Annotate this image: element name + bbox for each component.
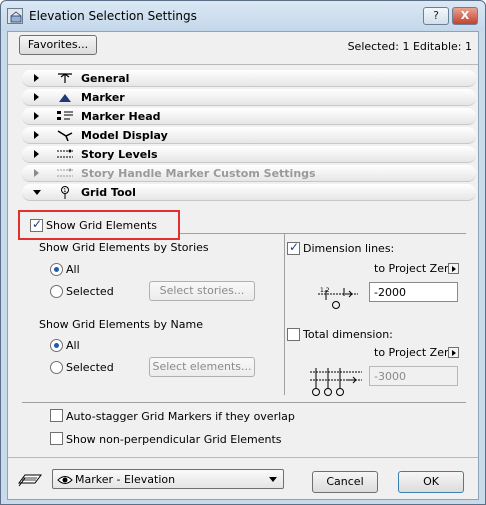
- divider: [180, 233, 466, 234]
- eye-icon: [57, 476, 73, 484]
- favorite-select[interactable]: Marker - Elevation: [52, 469, 284, 489]
- stories-selected-label: Selected: [66, 285, 114, 298]
- section-label: Story Handle Marker Custom Settings: [81, 167, 316, 180]
- section-label: Grid Tool: [81, 186, 136, 199]
- select-elements-button[interactable]: Select elements...: [149, 357, 255, 377]
- name-selected-radio[interactable]: [50, 361, 63, 374]
- grid-tool-icon: 1: [61, 186, 69, 199]
- total-reference-label: to Project Zero: [374, 346, 455, 359]
- close-button[interactable]: X: [452, 7, 478, 25]
- divider: [8, 457, 478, 458]
- select-stories-button[interactable]: Select stories...: [149, 281, 255, 301]
- title-bar[interactable]: Elevation Selection Settings ? X: [1, 1, 485, 31]
- expand-arrow-icon: [34, 169, 39, 177]
- section-label: Story Levels: [81, 148, 158, 161]
- model-display-icon: [57, 130, 73, 142]
- svg-text:1: 1: [63, 188, 66, 194]
- expand-arrow-icon[interactable]: [34, 93, 39, 101]
- collapse-arrow-icon[interactable]: [33, 190, 41, 195]
- favorites-button[interactable]: Favorites...: [19, 35, 97, 55]
- section-grid-tool[interactable]: 1 Grid Tool: [22, 184, 476, 201]
- selection-info: Selected: 1 Editable: 1: [347, 40, 472, 53]
- divider: [8, 64, 478, 65]
- section-marker-head[interactable]: Marker Head: [22, 108, 476, 125]
- story-handle-icon: [57, 168, 73, 177]
- section-label: Marker: [81, 91, 125, 104]
- name-selected-label: Selected: [66, 361, 114, 374]
- total-dimension-checkbox[interactable]: [287, 328, 300, 341]
- dimension-lines-icon: 1.2: [318, 287, 358, 309]
- favorite-select-value: Marker - Elevation: [75, 473, 176, 486]
- section-model-display[interactable]: Model Display: [22, 127, 476, 144]
- non-perpendicular-label: Show non-perpendicular Grid Elements: [66, 433, 282, 446]
- show-grid-elements-checkbox[interactable]: [30, 217, 43, 232]
- dialog-body: Favorites... Selected: 1 Editable: 1 Gen…: [7, 31, 479, 500]
- window-title: Elevation Selection Settings: [29, 9, 197, 23]
- stories-all-radio[interactable]: [50, 263, 63, 276]
- help-button[interactable]: ?: [423, 7, 449, 25]
- app-icon: [7, 8, 23, 24]
- show-grid-elements-label: Show Grid Elements: [46, 219, 158, 232]
- expand-arrow-icon[interactable]: [34, 131, 39, 139]
- stories-selected-radio[interactable]: [50, 285, 63, 298]
- dimension-diagram-label: 1.2: [320, 287, 330, 294]
- total-dimension-icon: [310, 368, 362, 396]
- auto-stagger-label: Auto-stagger Grid Markers if they overla…: [66, 410, 295, 423]
- stories-all-label: All: [66, 263, 80, 276]
- cancel-button[interactable]: Cancel: [312, 471, 378, 493]
- general-icon: [58, 73, 72, 83]
- dimension-lines-checkbox[interactable]: [287, 240, 300, 255]
- by-name-heading: Show Grid Elements by Name: [39, 318, 203, 331]
- dimension-lines-input[interactable]: -2000: [369, 282, 458, 302]
- story-levels-icon: [57, 149, 73, 158]
- marker-head-icon: [57, 111, 73, 120]
- total-dimension-label: Total dimension:: [303, 328, 393, 341]
- section-general[interactable]: General: [22, 70, 476, 87]
- section-story-handle: Story Handle Marker Custom Settings: [22, 165, 476, 182]
- by-stories-heading: Show Grid Elements by Stories: [39, 241, 209, 254]
- non-perpendicular-checkbox[interactable]: [50, 432, 63, 445]
- divider: [22, 402, 466, 403]
- total-reference-menu-button[interactable]: [448, 347, 459, 358]
- expand-arrow-icon[interactable]: [34, 150, 39, 158]
- dimension-reference-label: to Project Zero: [374, 262, 455, 275]
- ok-button[interactable]: OK: [398, 471, 464, 493]
- section-marker[interactable]: Marker: [22, 89, 476, 106]
- dialog-window: Elevation Selection Settings ? X Favorit…: [0, 0, 486, 505]
- dimension-lines-label: Dimension lines:: [303, 242, 395, 255]
- section-label: General: [81, 72, 130, 85]
- section-label: Marker Head: [81, 110, 161, 123]
- expand-arrow-icon[interactable]: [34, 74, 39, 82]
- section-story-levels[interactable]: Story Levels: [22, 146, 476, 163]
- total-dimension-input[interactable]: -3000: [369, 366, 458, 386]
- name-all-radio[interactable]: [50, 339, 63, 352]
- auto-stagger-checkbox[interactable]: [50, 409, 63, 422]
- layer-icon[interactable]: [17, 471, 43, 489]
- section-label: Model Display: [81, 129, 168, 142]
- reference-menu-button[interactable]: [448, 263, 459, 274]
- divider: [284, 233, 285, 395]
- name-all-label: All: [66, 339, 80, 352]
- marker-icon: [59, 94, 71, 102]
- chevron-down-icon: [269, 477, 277, 482]
- expand-arrow-icon[interactable]: [34, 112, 39, 120]
